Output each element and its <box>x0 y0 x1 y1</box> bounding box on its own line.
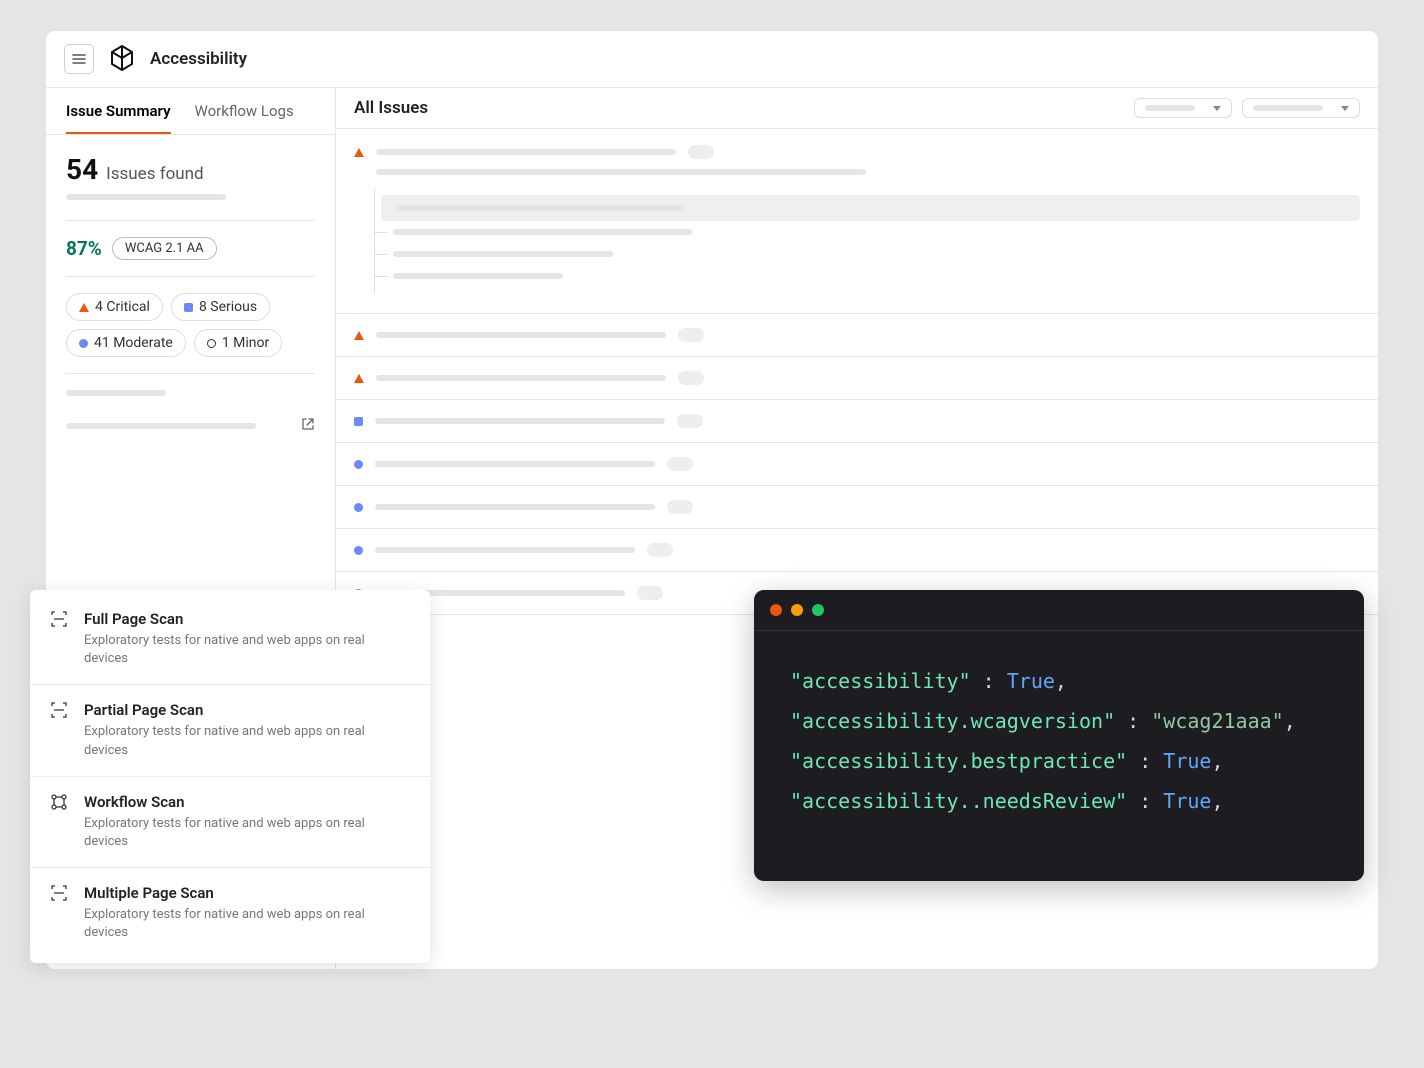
code-line: "accessibility.wcagversion" : "wcag21aaa… <box>790 701 1328 741</box>
progress-bar <box>66 194 226 200</box>
titlebar: Accessibility <box>46 31 1378 88</box>
scan-icon <box>50 701 70 759</box>
issue-row[interactable] <box>336 529 1378 572</box>
count-pill <box>677 414 703 428</box>
terminal-window: "accessibility" : True, "accessibility.w… <box>754 590 1364 881</box>
tab-issue-summary[interactable]: Issue Summary <box>66 88 171 134</box>
menu-item-desc: Exploratory tests for native and web app… <box>84 815 410 851</box>
circle-icon <box>207 339 216 348</box>
stats-panel: 54 Issues found 87% WCAG 2.1 AA 4 Critic… <box>46 135 335 451</box>
scan-icon <box>50 610 70 668</box>
issues-count: 54 <box>66 153 98 186</box>
menu-item-workflow-scan[interactable]: Workflow Scan Exploratory tests for nati… <box>30 777 430 868</box>
terminal-titlebar <box>754 590 1364 631</box>
minimize-dot-icon[interactable] <box>791 604 803 616</box>
menu-item-multiple-page-scan[interactable]: Multiple Page Scan Exploratory tests for… <box>30 868 430 958</box>
menu-item-title: Partial Page Scan <box>84 701 410 719</box>
menu-item-partial-page-scan[interactable]: Partial Page Scan Exploratory tests for … <box>30 685 430 776</box>
tree-item[interactable] <box>381 195 1360 221</box>
issue-row[interactable] <box>336 400 1378 443</box>
square-icon <box>354 417 363 426</box>
tree-item[interactable] <box>375 221 1360 243</box>
issue-row[interactable] <box>336 486 1378 529</box>
issue-row[interactable] <box>336 314 1378 357</box>
placeholder-text <box>66 390 166 396</box>
triangle-icon <box>354 331 364 340</box>
issues-count-label: Issues found <box>106 164 204 184</box>
terminal-body: "accessibility" : True, "accessibility.w… <box>754 631 1364 881</box>
filter-dropdown-2[interactable] <box>1242 98 1360 118</box>
sidebar-tabs: Issue Summary Workflow Logs <box>46 88 335 135</box>
menu-item-title: Multiple Page Scan <box>84 884 410 902</box>
close-dot-icon[interactable] <box>770 604 782 616</box>
score-percent: 87% <box>66 237 102 260</box>
logo-icon <box>108 43 136 75</box>
issue-row[interactable] <box>336 357 1378 400</box>
count-pill <box>678 371 704 385</box>
hamburger-icon <box>71 51 87 67</box>
chip-minor[interactable]: 1 Minor <box>194 329 282 357</box>
dot-icon <box>354 460 363 469</box>
issue-tree <box>374 189 1360 293</box>
triangle-icon <box>354 148 364 157</box>
filter-dropdown-1[interactable] <box>1134 98 1232 118</box>
main-heading: All Issues <box>354 98 428 118</box>
chevron-down-icon <box>1341 106 1349 111</box>
menu-item-desc: Exploratory tests for native and web app… <box>84 723 410 759</box>
chip-moderate[interactable]: 41 Moderate <box>66 329 186 357</box>
code-line: "accessibility..needsReview" : True, <box>790 781 1328 821</box>
workflow-icon <box>50 793 70 851</box>
code-line: "accessibility" : True, <box>790 661 1328 701</box>
count-pill <box>667 500 693 514</box>
tree-item[interactable] <box>375 265 1360 287</box>
tab-workflow-logs[interactable]: Workflow Logs <box>195 88 294 134</box>
dot-icon <box>354 546 363 555</box>
chevron-down-icon <box>1213 106 1221 111</box>
count-pill <box>678 328 704 342</box>
chip-critical[interactable]: 4 Critical <box>66 293 163 321</box>
external-link-button[interactable] <box>301 416 315 435</box>
issue-row[interactable] <box>336 443 1378 486</box>
chip-serious[interactable]: 8 Serious <box>171 293 270 321</box>
scan-menu-popover: Full Page Scan Exploratory tests for nat… <box>30 590 430 963</box>
issue-row-expanded[interactable] <box>336 129 1378 314</box>
severity-chips: 4 Critical 8 Serious 41 Moderate 1 Minor <box>66 293 315 357</box>
scan-icon <box>50 884 70 942</box>
menu-item-desc: Exploratory tests for native and web app… <box>84 906 410 942</box>
triangle-icon <box>354 374 364 383</box>
count-pill <box>667 457 693 471</box>
menu-item-title: Full Page Scan <box>84 610 410 628</box>
count-pill <box>688 145 714 159</box>
square-icon <box>184 303 193 312</box>
page-title: Accessibility <box>150 49 247 69</box>
dot-icon <box>354 503 363 512</box>
triangle-icon <box>79 303 89 312</box>
main-header: All Issues <box>336 88 1378 129</box>
wcag-badge: WCAG 2.1 AA <box>112 237 217 260</box>
menu-button[interactable] <box>64 44 94 74</box>
tree-item[interactable] <box>375 243 1360 265</box>
count-pill <box>637 586 663 600</box>
menu-item-desc: Exploratory tests for native and web app… <box>84 632 410 668</box>
maximize-dot-icon[interactable] <box>812 604 824 616</box>
menu-item-title: Workflow Scan <box>84 793 410 811</box>
menu-item-full-page-scan[interactable]: Full Page Scan Exploratory tests for nat… <box>30 594 430 685</box>
count-pill <box>647 543 673 557</box>
code-line: "accessibility.bestpractice" : True, <box>790 741 1328 781</box>
placeholder-text <box>66 423 256 429</box>
dot-icon <box>79 339 88 348</box>
